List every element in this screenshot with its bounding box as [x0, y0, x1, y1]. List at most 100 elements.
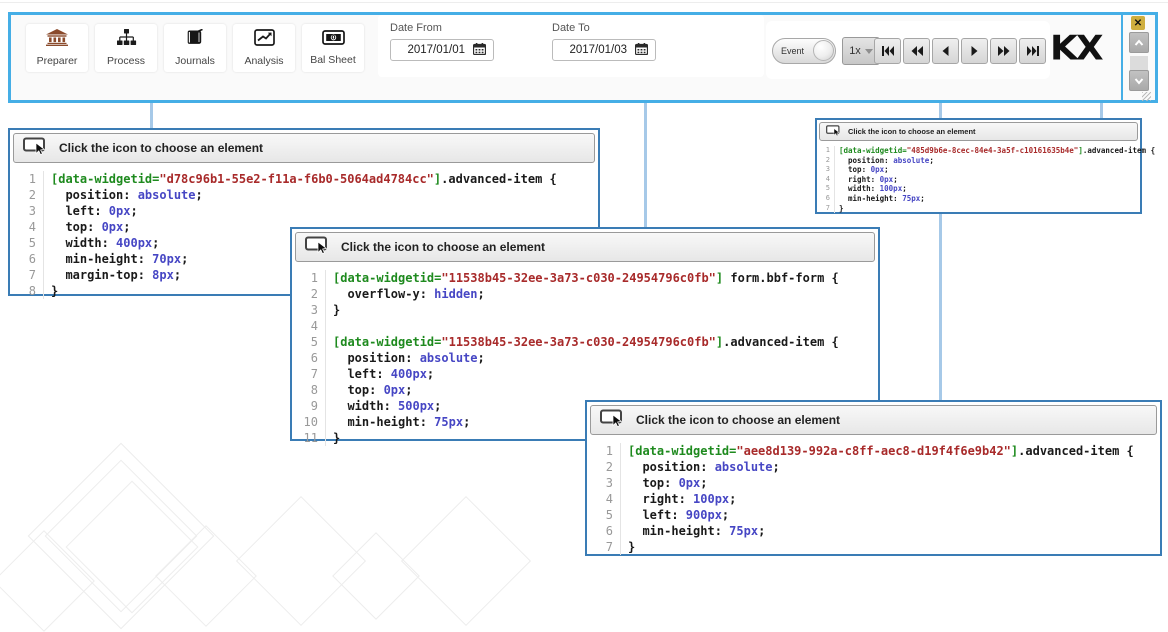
code-line[interactable]: 4 right: 0px;: [817, 175, 1140, 185]
element-picker-icon[interactable]: [600, 409, 626, 432]
code-line[interactable]: 2 position: absolute;: [10, 187, 598, 203]
element-picker-icon[interactable]: [23, 137, 49, 160]
speed-value: 1x: [849, 45, 861, 57]
line-number: 1: [587, 443, 621, 459]
event-toggle-label: Event: [773, 46, 804, 56]
line-number: 6: [10, 251, 44, 267]
toggle-knob[interactable]: [813, 40, 834, 61]
calendar-icon[interactable]: [635, 43, 648, 58]
nav-item-journals[interactable]: Journals: [164, 24, 226, 72]
nav-item-label: Process: [107, 55, 145, 67]
nav-item-bal-sheet[interactable]: 0 Bal Sheet: [302, 24, 364, 72]
line-number: 4: [817, 175, 835, 185]
line-number: 8: [292, 382, 326, 398]
code-line[interactable]: 1[data-widgetid="11538b45-32ee-3a73-c030…: [292, 270, 878, 286]
code-line[interactable]: 1[data-widgetid="d78c96b1-55e2-f11a-f6b0…: [10, 171, 598, 187]
line-number: 8: [10, 283, 44, 299]
line-number: 7: [817, 204, 835, 214]
line-number: 1: [817, 146, 835, 156]
element-picker-bar[interactable]: Click the icon to choose an element: [13, 133, 595, 163]
close-icon[interactable]: ✕: [1131, 16, 1145, 30]
calendar-icon[interactable]: [473, 43, 486, 58]
code-line[interactable]: 4: [292, 318, 878, 334]
nav-item-analysis[interactable]: Analysis: [233, 24, 295, 72]
code-line[interactable]: 4 right: 100px;: [587, 491, 1160, 507]
picker-instruction: Click the icon to choose an element: [341, 240, 545, 254]
sitemap-icon: [116, 29, 137, 51]
scroll-down-button[interactable]: [1129, 70, 1149, 91]
line-number: 4: [10, 219, 44, 235]
skip-to-start-icon: [882, 46, 894, 56]
date-to-input[interactable]: 2017/01/03: [552, 39, 656, 61]
line-number: 5: [587, 507, 621, 523]
scroll-up-button[interactable]: [1129, 32, 1149, 53]
line-number: 5: [817, 184, 835, 194]
element-picker-bar[interactable]: Click the icon to choose an element: [819, 122, 1138, 141]
code-line[interactable]: 3 top: 0px;: [817, 165, 1140, 175]
line-number: 7: [10, 267, 44, 283]
code-line[interactable]: 8 top: 0px;: [292, 382, 878, 398]
line-number: 2: [292, 286, 326, 302]
line-number: 1: [10, 171, 44, 187]
date-to-value: 2017/01/03: [569, 44, 627, 56]
skip-to-end-icon: [1027, 46, 1039, 56]
element-picker-bar[interactable]: Click the icon to choose an element: [295, 232, 875, 262]
event-toggle[interactable]: Event: [772, 38, 836, 64]
code-line[interactable]: 7}: [587, 539, 1160, 555]
line-number: 2: [10, 187, 44, 203]
skip-to-end-button[interactable]: [1019, 38, 1046, 64]
line-number: 6: [292, 350, 326, 366]
line-number: 3: [10, 203, 44, 219]
fast-forward-button[interactable]: [990, 38, 1017, 64]
bank-icon: [45, 29, 69, 51]
code-line[interactable]: 7}: [817, 204, 1140, 214]
date-from-value: 2017/01/01: [407, 44, 465, 56]
element-picker-bar[interactable]: Click the icon to choose an element: [590, 405, 1157, 435]
code-line[interactable]: 7 left: 400px;: [292, 366, 878, 382]
chevron-down-icon: [865, 49, 873, 54]
line-number: 7: [587, 539, 621, 555]
rewind-icon: [911, 46, 923, 56]
code-line[interactable]: 6 min-height: 75px;: [587, 523, 1160, 539]
code-line[interactable]: 3 top: 0px;: [587, 475, 1160, 491]
watermark-diamond: [401, 496, 531, 626]
rewind-button[interactable]: [903, 38, 930, 64]
css-code-editor[interactable]: 1[data-widgetid="485d9b6e-8cec-84e4-3a5f…: [817, 143, 1140, 213]
line-number: 5: [10, 235, 44, 251]
code-line[interactable]: 3}: [292, 302, 878, 318]
nav-item-label: Preparer: [37, 55, 78, 67]
element-picker-icon[interactable]: [305, 236, 331, 259]
code-line[interactable]: 2 overflow-y: hidden;: [292, 286, 878, 302]
nav-item-process[interactable]: Process: [95, 24, 157, 72]
line-number: 6: [587, 523, 621, 539]
step-back-button[interactable]: [932, 38, 959, 64]
page-top-divider: [0, 2, 1168, 3]
line-number: 2: [587, 459, 621, 475]
fast-forward-icon: [998, 46, 1010, 56]
code-line[interactable]: 1[data-widgetid="485d9b6e-8cec-84e4-3a5f…: [817, 146, 1140, 156]
code-line[interactable]: 2 position: absolute;: [587, 459, 1160, 475]
code-line[interactable]: 5[data-widgetid="11538b45-32ee-3a73-c030…: [292, 334, 878, 350]
code-line[interactable]: 1[data-widgetid="aee8d139-992a-c8ff-aec8…: [587, 443, 1160, 459]
code-line[interactable]: 5 width: 100px;: [817, 184, 1140, 194]
nav-item-label: Journals: [175, 55, 215, 67]
skip-to-start-button[interactable]: [874, 38, 901, 64]
picker-instruction: Click the icon to choose an element: [848, 127, 976, 136]
play-button[interactable]: [961, 38, 988, 64]
element-picker-icon[interactable]: [826, 123, 842, 141]
code-line[interactable]: 3 left: 0px;: [10, 203, 598, 219]
kx-logo: KX: [1050, 29, 1102, 68]
date-from-input[interactable]: 2017/01/01: [390, 39, 494, 61]
css-code-editor[interactable]: 1[data-widgetid="aee8d139-992a-c8ff-aec8…: [587, 438, 1160, 555]
resize-grip[interactable]: [1142, 92, 1151, 101]
code-line[interactable]: 2 position: absolute;: [817, 156, 1140, 166]
svg-text:0: 0: [331, 35, 335, 42]
code-line[interactable]: 5 left: 900px;: [587, 507, 1160, 523]
line-number: 11: [292, 430, 326, 446]
nav-item-preparer[interactable]: Preparer: [26, 24, 88, 72]
code-line[interactable]: 6 position: absolute;: [292, 350, 878, 366]
code-line[interactable]: 6 min-height: 75px;: [817, 194, 1140, 204]
line-number: 9: [292, 398, 326, 414]
line-chart-icon: [254, 29, 275, 51]
play-icon: [969, 46, 980, 56]
